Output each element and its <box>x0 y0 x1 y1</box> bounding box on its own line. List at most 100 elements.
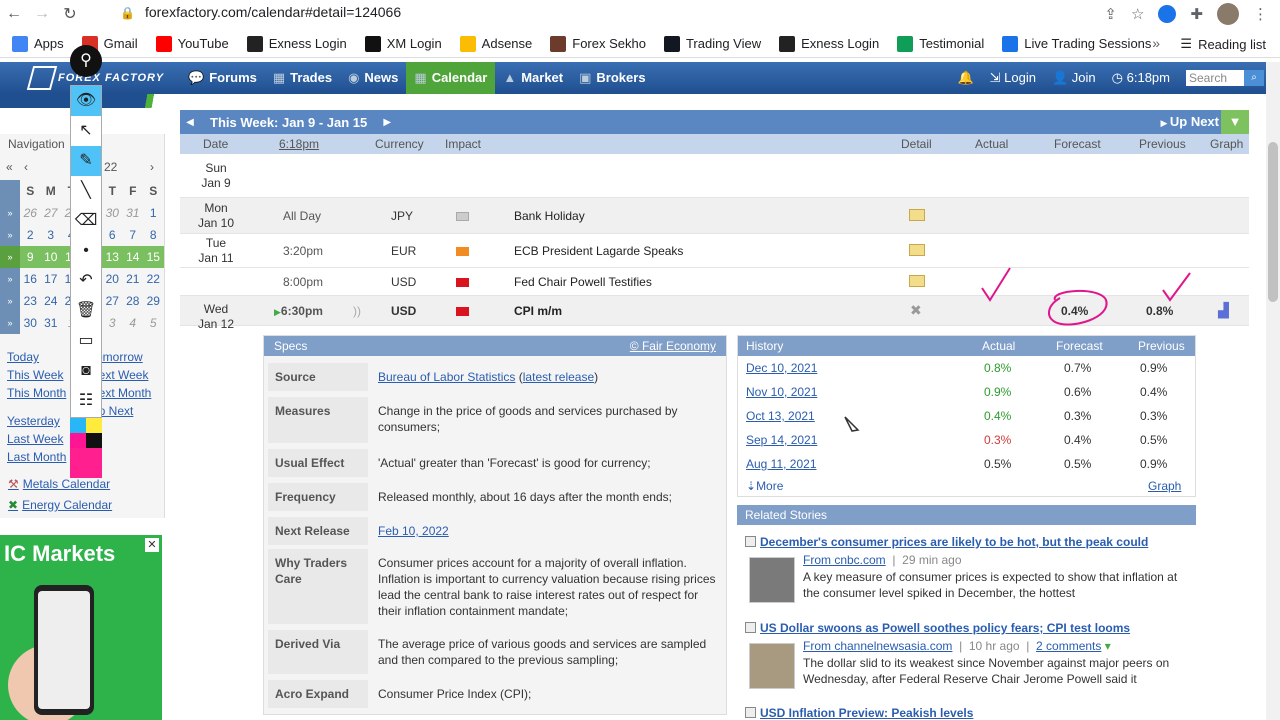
mini-calendar-day[interactable]: 15 <box>143 246 164 268</box>
quick-link[interactable]: Yesterday <box>7 412 66 430</box>
nav-news[interactable]: ◉ News <box>340 62 406 94</box>
menu-kebab-icon[interactable]: ⋮ <box>1253 5 1268 23</box>
col-time[interactable]: 6:18pm <box>279 134 319 154</box>
calendar-row[interactable]: 8:00pm USD Fed Chair Powell Testifies <box>180 268 1249 296</box>
fair-economy-link[interactable]: © Fair Economy <box>630 336 716 356</box>
bookmark-star-icon[interactable]: ☆ <box>1131 5 1144 23</box>
mini-calendar-day[interactable]: 28 <box>123 290 144 312</box>
energy-calendar-link[interactable]: ✖ Energy Calendar <box>8 495 112 516</box>
page-scrollbar[interactable] <box>1266 62 1280 720</box>
profile-avatar[interactable] <box>1217 3 1239 25</box>
quick-link[interactable]: Today <box>7 348 66 366</box>
sound-icon[interactable]: )) <box>353 304 361 318</box>
mini-calendar-day[interactable]: 16 <box>20 268 41 290</box>
swatch-cyan[interactable] <box>70 418 86 433</box>
camera-icon[interactable]: ◙ <box>71 356 101 386</box>
bookmark-item[interactable]: Live Trading Sessions <box>1002 35 1151 52</box>
bookmark-item[interactable]: Adsense <box>459 35 532 52</box>
week-select-arrow[interactable]: » <box>0 202 20 224</box>
mini-calendar-day[interactable]: 8 <box>143 224 164 246</box>
search-icon[interactable]: ⌕ <box>1244 70 1264 86</box>
history-date-link[interactable]: Sep 14, 2021 <box>746 433 817 447</box>
history-row[interactable]: Nov 10, 2021 0.9% 0.6% 0.4% <box>738 380 1195 404</box>
graph-icon[interactable]: ▟ <box>1218 302 1229 319</box>
bookmark-item[interactable]: Exness Login <box>779 35 879 52</box>
bookmark-item[interactable]: Testimonial <box>897 35 984 52</box>
bookmark-item[interactable]: Exness Login <box>246 35 347 52</box>
whiteboard-icon[interactable]: ▭ <box>71 326 101 356</box>
next-week-arrow[interactable]: ▶ <box>377 117 397 128</box>
history-row[interactable]: Aug 11, 2021 0.5% 0.5% 0.9% <box>738 452 1195 476</box>
filter-icon[interactable]: ▼ <box>1221 110 1249 134</box>
bookmark-item[interactable]: Trading View <box>663 35 761 52</box>
detail-folder-icon[interactable] <box>909 275 925 287</box>
trash-icon[interactable]: 🗑 <box>71 296 101 326</box>
reading-list-button[interactable]: ☰ Reading list <box>1180 36 1266 52</box>
week-select-arrow[interactable]: » <box>0 246 20 268</box>
extension-icon[interactable] <box>1158 5 1177 23</box>
forward-icon[interactable]: → <box>28 0 56 28</box>
mini-calendar-day[interactable]: 31 <box>123 202 144 224</box>
mini-calendar-day[interactable]: 20 <box>102 268 123 290</box>
latest-release-link[interactable]: latest release <box>523 370 594 384</box>
swatch-yellow[interactable] <box>86 418 102 433</box>
bls-link[interactable]: Bureau of Labor Statistics <box>378 370 515 384</box>
header-clock[interactable]: ◷ 6:18pm <box>1112 70 1170 86</box>
mini-calendar-day[interactable]: 21 <box>123 268 144 290</box>
history-date-link[interactable]: Oct 13, 2021 <box>746 409 815 423</box>
story-source[interactable]: From cnbc.com <box>803 553 886 567</box>
bookmarks-more[interactable]: » <box>1152 35 1160 51</box>
swatch-magenta[interactable] <box>70 448 102 478</box>
week-select-arrow[interactable]: » <box>0 312 20 334</box>
pointer-icon[interactable]: ↖ <box>71 116 101 146</box>
mini-calendar-day[interactable]: 9 <box>20 246 41 268</box>
history-date-link[interactable]: Aug 11, 2021 <box>746 457 817 471</box>
story-title[interactable]: US Dollar swoons as Powell soothes polic… <box>745 621 1193 635</box>
history-date-link[interactable]: Nov 10, 2021 <box>746 385 817 399</box>
mini-calendar-day[interactable]: 30 <box>20 312 41 334</box>
story-title[interactable]: USD Inflation Preview: Peakish levels <box>745 706 1193 720</box>
row-event[interactable]: CPI m/m <box>514 304 562 318</box>
nav-calendar[interactable]: ▦ Calendar <box>406 62 496 94</box>
eye-icon[interactable]: 👁 <box>71 86 101 116</box>
history-date-link[interactable]: Dec 10, 2021 <box>746 361 817 375</box>
story-source[interactable]: From channelnewsasia.com <box>803 639 952 653</box>
bookmark-item[interactable]: Apps <box>12 35 64 52</box>
mini-calendar-day[interactable]: 3 <box>41 224 62 246</box>
search-input[interactable]: Search <box>1186 70 1244 86</box>
nav-brokers[interactable]: ▣ Brokers <box>571 62 653 94</box>
week-select-arrow[interactable]: » <box>0 268 20 290</box>
undo-icon[interactable]: ↶ <box>71 266 101 296</box>
impact-icon[interactable] <box>456 212 469 221</box>
login-link[interactable]: ⇲ Login <box>990 70 1036 86</box>
nav-market[interactable]: ▲ Market <box>495 62 571 94</box>
puzzle-icon[interactable]: ✚ <box>1190 5 1203 23</box>
address-bar[interactable]: 🔒 forexfactory.com/calendar#detail=124066 <box>120 4 401 20</box>
mini-calendar-day[interactable]: 1 <box>143 202 164 224</box>
pen-icon[interactable]: ╲ <box>71 176 101 206</box>
bell-icon[interactable]: 🔔 <box>957 70 973 86</box>
prev-year-arrow[interactable]: « <box>6 160 13 174</box>
calendar-row[interactable]: Tue Jan 11 3:20pm EUR ECB President Lagarde … <box>180 234 1249 268</box>
impact-icon[interactable] <box>456 307 469 316</box>
story-comments[interactable]: 2 comments <box>1036 639 1101 653</box>
mini-calendar-day[interactable]: 17 <box>41 268 62 290</box>
dot-icon[interactable]: • <box>71 236 101 266</box>
mini-calendar-day[interactable]: 6 <box>102 224 123 246</box>
impact-icon[interactable] <box>456 278 469 287</box>
swatch-pink[interactable] <box>70 433 86 448</box>
mini-calendar-day[interactable]: 31 <box>41 312 62 334</box>
prev-month-arrow[interactable]: ‹ <box>24 160 28 174</box>
mini-calendar-day[interactable]: 4 <box>123 312 144 334</box>
mini-calendar-day[interactable]: 23 <box>20 290 41 312</box>
mini-calendar-day[interactable]: 3 <box>102 312 123 334</box>
mini-calendar-day[interactable]: 13 <box>102 246 123 268</box>
detail-folder-icon[interactable] <box>909 244 925 256</box>
bookmark-item[interactable]: YouTube <box>155 35 229 52</box>
ic-markets-ad[interactable]: IC Markets ✕ <box>0 535 162 720</box>
story-title[interactable]: December's consumer prices are likely to… <box>745 535 1193 549</box>
detail-folder-icon[interactable] <box>909 209 925 221</box>
mini-calendar-day[interactable]: 24 <box>41 290 62 312</box>
impact-icon[interactable] <box>456 247 469 256</box>
next-month-arrow[interactable]: › <box>150 160 154 174</box>
